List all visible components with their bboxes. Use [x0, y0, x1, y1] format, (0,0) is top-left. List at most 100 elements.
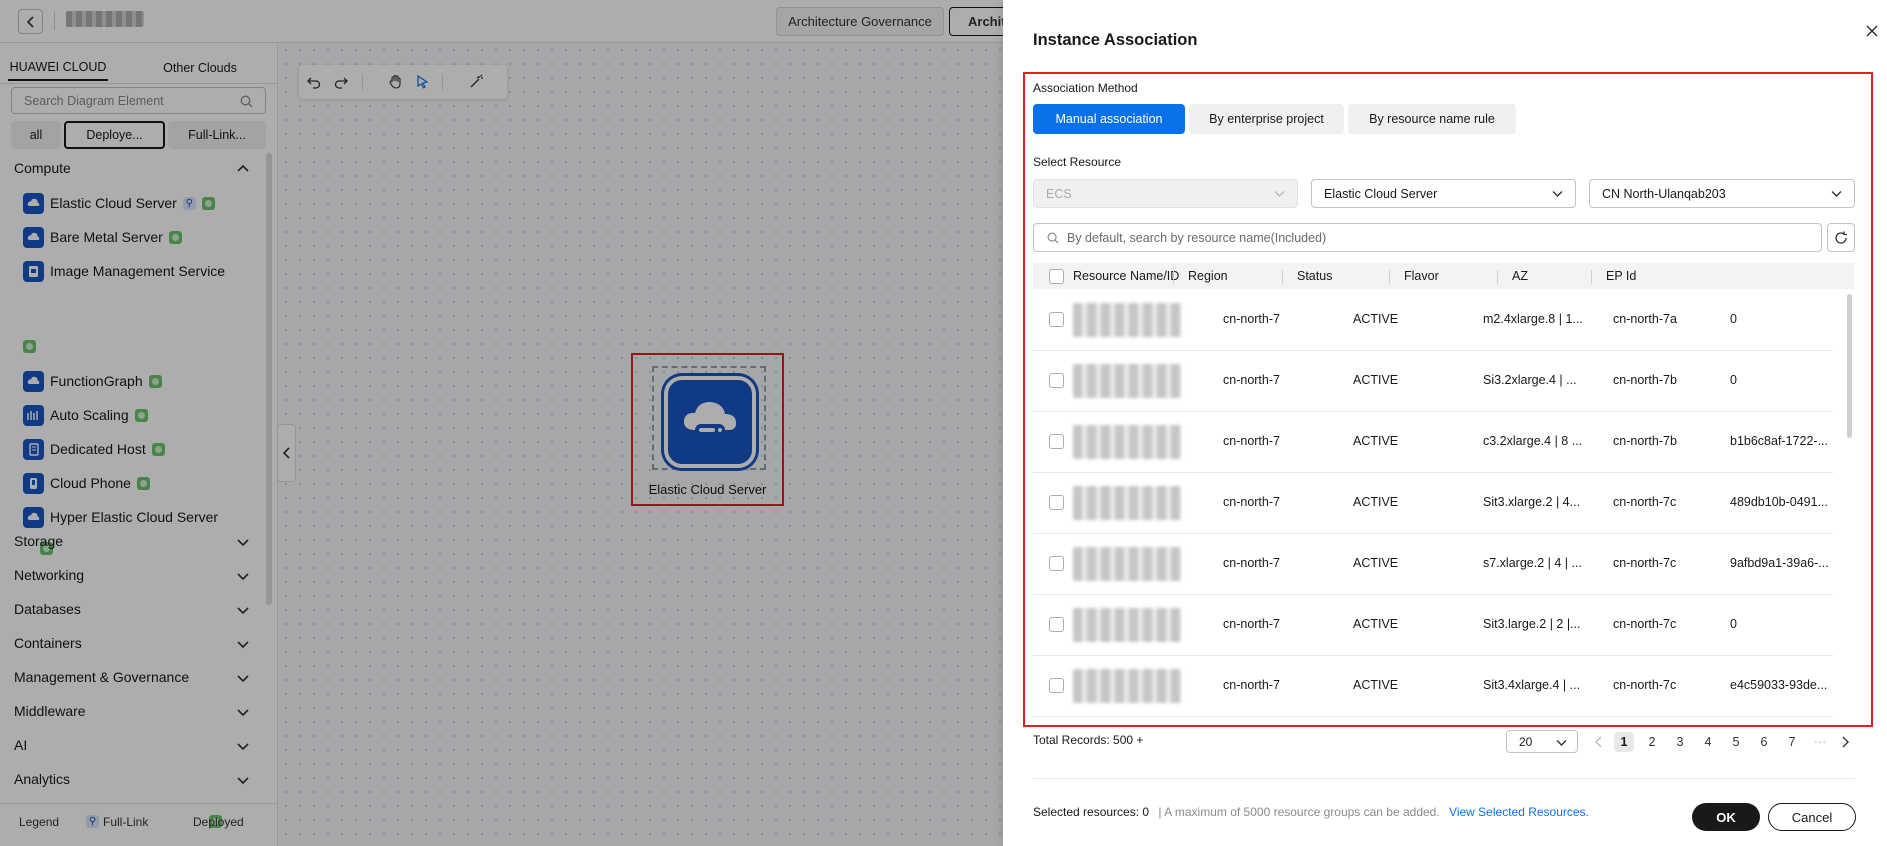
dialog-title: Instance Association: [1033, 31, 1198, 49]
cell-az: cn-north-7c: [1613, 617, 1677, 631]
page-5[interactable]: 5: [1726, 732, 1746, 752]
table-row[interactable]: cn-north-7 ACTIVE c3.2xlarge.4 | 8 ... c…: [1033, 412, 1833, 473]
resource-name-redacted: [1073, 486, 1181, 520]
cell-region: cn-north-7: [1223, 556, 1280, 570]
table-row[interactable]: cn-north-7 ACTIVE Sit3.4xlarge.4 | ... c…: [1033, 656, 1833, 717]
table-scrollbar[interactable]: [1847, 294, 1852, 438]
cell-status: ACTIVE: [1353, 556, 1399, 570]
page-1[interactable]: 1: [1614, 732, 1634, 752]
page-3[interactable]: 3: [1670, 732, 1690, 752]
cell-region: cn-north-7: [1223, 678, 1280, 692]
cell-ep-id: b1b6c8af-1722-...: [1730, 434, 1828, 448]
table-row[interactable]: cn-north-7 ACTIVE Sit3.large.2 | 2 |... …: [1033, 595, 1833, 656]
select-value: CN North-Ulanqab203: [1602, 186, 1726, 201]
divider: [1591, 270, 1592, 284]
table-row[interactable]: cn-north-7 ACTIVE Sit3.xlarge.2 | 4... c…: [1033, 473, 1833, 534]
column-header[interactable]: EP Id: [1606, 269, 1636, 283]
cell-flavor: Sit3.large.2 | 2 |...: [1483, 617, 1581, 631]
row-checkbox[interactable]: [1049, 373, 1064, 388]
table-row[interactable]: cn-north-7 ACTIVE Si3.2xlarge.4 | ... cn…: [1033, 351, 1833, 412]
modal-backdrop[interactable]: [0, 0, 1003, 846]
divider: [1497, 270, 1498, 284]
select-value: Elastic Cloud Server: [1324, 186, 1438, 201]
association-method-label: Association Method: [1033, 81, 1138, 95]
chevron-left-icon[interactable]: [1593, 736, 1605, 748]
row-checkbox[interactable]: [1049, 312, 1064, 327]
select-value: ECS: [1046, 186, 1072, 201]
resource-search-input[interactable]: By default, search by resource name(Incl…: [1033, 223, 1822, 252]
cell-az: cn-north-7c: [1613, 495, 1677, 509]
cell-flavor: Sit3.4xlarge.4 | ...: [1483, 678, 1581, 692]
cell-region: cn-north-7: [1223, 373, 1280, 387]
by-resource-name-rule-button[interactable]: By resource name rule: [1348, 104, 1516, 134]
column-header[interactable]: Status: [1297, 269, 1332, 283]
max-resources-note: | A maximum of 5000 resource groups can …: [1158, 805, 1440, 819]
chevron-down-icon: [1831, 191, 1842, 197]
chevron-down-icon: [1274, 191, 1285, 197]
page-2[interactable]: 2: [1642, 732, 1662, 752]
cell-ep-id: 0: [1730, 373, 1737, 387]
selection-summary: Selected resources: 0 | A maximum of 500…: [1033, 805, 1589, 819]
chevron-right-icon[interactable]: [1839, 736, 1851, 748]
column-header[interactable]: Region: [1188, 269, 1228, 283]
page-6[interactable]: 6: [1754, 732, 1774, 752]
cell-status: ACTIVE: [1353, 617, 1399, 631]
column-header[interactable]: Resource Name/ID: [1073, 269, 1179, 283]
cell-az: cn-north-7b: [1613, 373, 1677, 387]
column-header[interactable]: AZ: [1512, 269, 1528, 283]
row-checkbox[interactable]: [1049, 434, 1064, 449]
column-header[interactable]: Flavor: [1404, 269, 1439, 283]
table-row[interactable]: cn-north-7 ACTIVE m2.4xlarge.8 | 1... cn…: [1033, 290, 1833, 351]
region-select[interactable]: CN North-Ulanqab203: [1589, 179, 1855, 208]
selected-count: Selected resources: 0: [1033, 805, 1150, 819]
cell-az: cn-north-7c: [1613, 678, 1677, 692]
cell-status: ACTIVE: [1353, 434, 1399, 448]
row-checkbox[interactable]: [1049, 556, 1064, 571]
cell-az: cn-north-7a: [1613, 312, 1677, 326]
resource-name-redacted: [1073, 303, 1181, 337]
resource-type-select: ECS: [1033, 179, 1298, 208]
table-header: Resource Name/ID Region Status Flavor AZ…: [1033, 263, 1854, 289]
page-4[interactable]: 4: [1698, 732, 1718, 752]
cell-region: cn-north-7: [1223, 495, 1280, 509]
table-row[interactable]: cn-north-7 ACTIVE s7.xlarge.2 | 4 | ... …: [1033, 534, 1833, 595]
cell-flavor: Sit3.xlarge.2 | 4...: [1483, 495, 1581, 509]
row-checkbox[interactable]: [1049, 678, 1064, 693]
cell-ep-id: e4c59033-93de...: [1730, 678, 1828, 692]
close-icon[interactable]: [1865, 24, 1879, 38]
cell-az: cn-north-7c: [1613, 556, 1677, 570]
page-size-select[interactable]: 20: [1506, 730, 1578, 753]
ok-button[interactable]: OK: [1692, 803, 1760, 831]
cell-ep-id: 0: [1730, 617, 1737, 631]
select-all-checkbox[interactable]: [1049, 269, 1064, 284]
divider: [1033, 778, 1855, 779]
cancel-button[interactable]: Cancel: [1768, 803, 1856, 831]
cell-status: ACTIVE: [1353, 373, 1399, 387]
cell-flavor: c3.2xlarge.4 | 8 ...: [1483, 434, 1583, 448]
total-records: Total Records: 500 +: [1033, 733, 1144, 747]
page-ellipsis[interactable]: ···: [1810, 732, 1830, 752]
chevron-down-icon: [1552, 191, 1563, 197]
cell-status: ACTIVE: [1353, 678, 1399, 692]
divider: [1389, 270, 1390, 284]
refresh-button[interactable]: [1827, 223, 1855, 252]
cell-flavor: s7.xlarge.2 | 4 | ...: [1483, 556, 1582, 570]
view-selected-link[interactable]: View Selected Resources.: [1449, 805, 1589, 819]
service-select[interactable]: Elastic Cloud Server: [1311, 179, 1576, 208]
row-checkbox[interactable]: [1049, 617, 1064, 632]
row-checkbox[interactable]: [1049, 495, 1064, 510]
resource-name-redacted: [1073, 364, 1181, 398]
refresh-icon: [1835, 231, 1847, 244]
cell-flavor: m2.4xlarge.8 | 1...: [1483, 312, 1583, 326]
cell-status: ACTIVE: [1353, 312, 1399, 326]
resource-name-redacted: [1073, 608, 1181, 642]
cell-flavor: Si3.2xlarge.4 | ...: [1483, 373, 1577, 387]
chevron-down-icon: [1556, 740, 1567, 746]
manual-association-button[interactable]: Manual association: [1033, 104, 1185, 134]
cell-ep-id: 0: [1730, 312, 1737, 326]
search-placeholder: By default, search by resource name(Incl…: [1067, 230, 1327, 245]
cell-status: ACTIVE: [1353, 495, 1399, 509]
by-enterprise-project-button[interactable]: By enterprise project: [1189, 104, 1344, 134]
page-7[interactable]: 7: [1782, 732, 1802, 752]
search-icon: [1047, 232, 1059, 244]
